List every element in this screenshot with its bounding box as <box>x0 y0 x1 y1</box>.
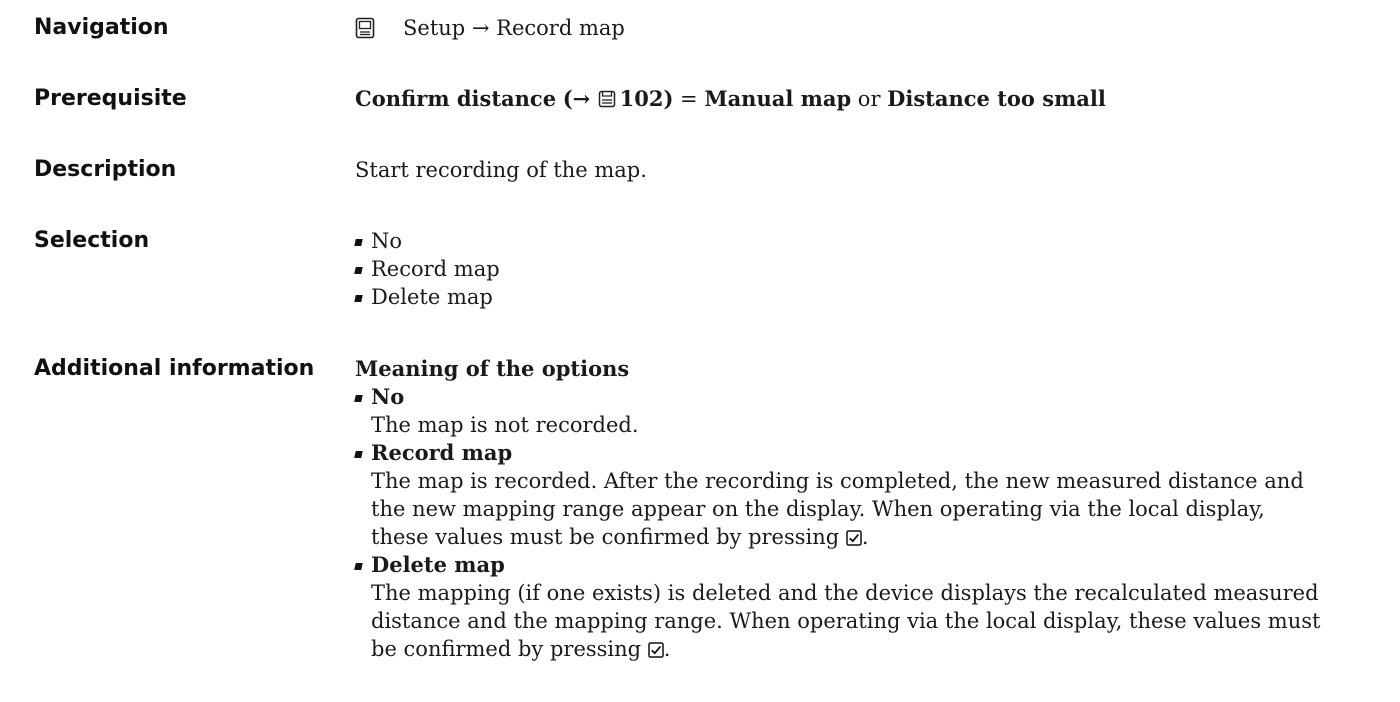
selection-label: Selection <box>34 228 150 253</box>
description-label: Description <box>34 157 177 182</box>
navigation-label: Navigation <box>34 15 169 40</box>
option-meaning-no: No The map is not recorded. <box>355 383 1375 439</box>
description-text: Start recording of the map. <box>355 158 647 182</box>
prerequisite-ref-open: (→ <box>562 86 598 111</box>
prerequisite-option-manual-map: Manual map <box>704 86 852 111</box>
prerequisite-ref-close: ) <box>663 86 674 111</box>
option-text-record-map-line3: these values must be confirmed by pressi… <box>371 525 840 549</box>
prerequisite-or: or <box>851 87 888 111</box>
selection-item-record-map: Record map <box>355 255 1375 283</box>
option-text-delete-map-line3: be confirmed by pressing <box>371 637 642 661</box>
option-text-record-map-line1: The map is recorded. After the recording… <box>371 469 1304 493</box>
option-text-record-map-end: . <box>861 525 869 549</box>
checkbox-enter-icon <box>648 642 664 658</box>
option-text-delete-map-line3-wrap: be confirmed by pressing . <box>371 635 1375 663</box>
checkbox-enter-icon <box>846 530 862 546</box>
option-name-delete-map: Delete map <box>371 552 505 577</box>
prerequisite-param: Confirm distance <box>355 86 557 111</box>
option-name-no: No <box>371 384 405 409</box>
navigation-path: Setup → Record map <box>403 16 625 40</box>
selection-list: No Record map Delete map <box>355 227 1375 311</box>
document-page-icon[interactable] <box>598 90 616 108</box>
option-text-delete-map-line2: distance and the mapping range. When ope… <box>371 609 1321 633</box>
prerequisite-option-distance-too-small: Distance too small <box>887 86 1106 111</box>
additional-info-content: Meaning of the options No The map is not… <box>355 355 1375 663</box>
option-text-delete-map-line1: The mapping (if one exists) is deleted a… <box>371 581 1319 605</box>
additional-info-label: Additional information <box>34 356 315 381</box>
selection-list-wrap: No Record map Delete map <box>355 227 1375 311</box>
parameter-description-page: Navigation Setup → Record map Prerequisi… <box>0 0 1400 702</box>
option-text-record-map-line3-wrap: these values must be confirmed by pressi… <box>371 523 1375 551</box>
navigation-value: Setup → Record map <box>355 14 1375 42</box>
prerequisite-eq: = <box>673 87 705 111</box>
option-name-record-map: Record map <box>371 440 513 465</box>
selection-item-no: No <box>355 227 1375 255</box>
selection-item-delete-map: Delete map <box>355 283 1375 311</box>
option-meaning-delete-map: Delete map The mapping (if one exists) i… <box>355 551 1375 663</box>
display-icon <box>355 17 375 39</box>
option-meaning-record-map: Record map The map is recorded. After th… <box>355 439 1375 551</box>
option-text-record-map-line2: the new mapping range appear on the disp… <box>371 497 1265 521</box>
prerequisite-page[interactable]: 102 <box>620 86 664 111</box>
option-text-delete-map-end: . <box>663 637 671 661</box>
prerequisite-value: Confirm distance (→ 102) = Manual map or… <box>355 85 1375 113</box>
prerequisite-label: Prerequisite <box>34 86 187 111</box>
options-heading: Meaning of the options <box>355 356 630 381</box>
options-meaning-list: No The map is not recorded. Record map T… <box>355 383 1375 663</box>
option-text-no: The map is not recorded. <box>371 413 639 437</box>
